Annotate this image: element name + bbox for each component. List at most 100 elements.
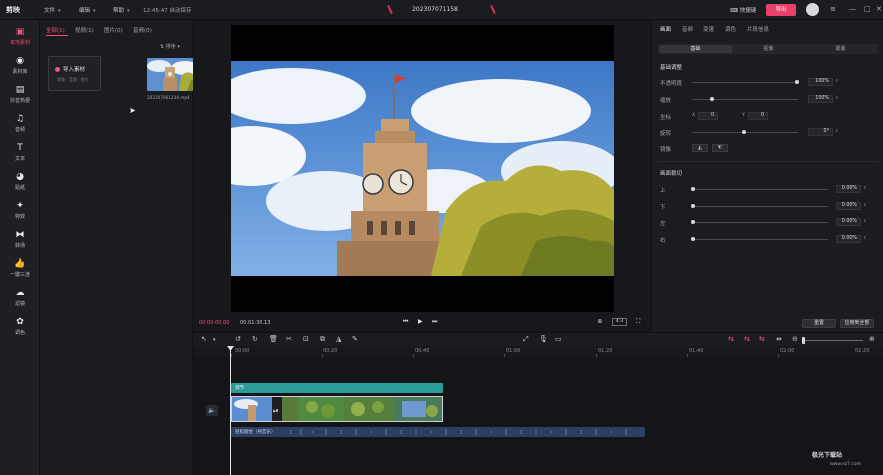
maximize-icon[interactable]: □ [864,5,871,13]
avatar[interactable] [806,3,819,16]
tab-image[interactable]: 图片(0) [104,26,123,34]
crop-left-slider[interactable] [692,222,828,223]
undo-icon[interactable]: ↺ [235,335,241,343]
opacity-slider[interactable] [692,82,798,83]
fullscreen-icon[interactable]: ⛶ [636,318,640,326]
crop-top-value[interactable]: 0.00% [836,185,861,193]
redo-icon[interactable]: ↻ [252,335,258,343]
mirror-horizontal-button[interactable]: ◭ [692,144,708,152]
rotation-spinner-icon[interactable]: ⇕ [835,128,838,133]
auto-detect-icon[interactable]: ⤢ [523,335,529,344]
crop-left-spinner-icon[interactable]: ⇕ [863,218,866,223]
menu-icon[interactable]: ≡ [830,5,836,13]
nav-triple[interactable]: 👍 一键三连 [0,255,40,284]
scale-slider[interactable] [692,99,798,100]
scale-value[interactable]: 100% [808,95,833,103]
aspect-ratio-button[interactable]: 4:3 [612,318,627,326]
tab-color-adjust[interactable]: 调色 [725,25,736,33]
nav-effect[interactable]: ✦ 特效 [0,197,40,226]
pen-icon[interactable]: ✎ [352,335,358,343]
crop-left-slider-knob[interactable] [691,220,695,224]
playhead[interactable] [230,346,231,475]
skip-back-icon[interactable]: ⏮ [403,318,408,326]
speaker-icon[interactable]: 🔈 [206,405,218,416]
record-icon[interactable]: ▭ [555,335,562,343]
import-media-card[interactable]: 导入素材 视频 · 音频 · 图片 [48,56,101,91]
zoom-in-icon[interactable]: ⊕ [869,335,875,343]
close-icon[interactable]: ✕ [876,5,882,13]
nav-audio[interactable]: ♫ 音频 [0,110,40,139]
rotation-slider-knob[interactable] [742,130,746,134]
rotation-value[interactable]: 0° [808,128,833,136]
subtab-basic[interactable]: 基础 [659,45,732,53]
nav-text[interactable]: T 文本 [0,139,40,168]
crop-bottom-value[interactable]: 0.00% [836,202,861,210]
sort-button[interactable]: ⇅ 排序 ▾ [160,43,180,50]
crop-right-value[interactable]: 0.00% [836,235,861,243]
crop-bottom-spinner-icon[interactable]: ⇕ [863,202,866,207]
tab-speed[interactable]: 变速 [703,25,714,33]
crop-top-slider-knob[interactable] [691,187,695,191]
split-icon[interactable]: ✂ [286,335,292,343]
scale-spinner-icon[interactable]: ⇕ [835,95,838,100]
freeze-icon[interactable]: ⊡ [303,335,309,343]
tab-clip-info[interactable]: 片段信息 [747,25,769,33]
crop-right-spinner-icon[interactable]: ⇕ [863,235,866,240]
time-ruler[interactable]: 00:00 00:20 00:40 01:00 01:20 01:40 02:0… [193,346,883,357]
link-track-icon[interactable]: ⇆ [744,335,750,343]
nav-sticker[interactable]: ◕ 贴纸 [0,168,40,197]
export-button[interactable]: 导出 [766,4,796,16]
position-y-field[interactable]: 0 [748,112,768,120]
play-icon[interactable]: ▶ [418,318,423,325]
adjustment-clip[interactable]: 调节 [231,383,443,393]
crop-top-slider[interactable] [692,189,828,190]
crop-clip-icon[interactable]: ⧉ [320,335,325,344]
skip-forward-icon[interactable]: ⏭ [432,318,437,326]
preview-canvas[interactable] [231,25,614,312]
crop-bottom-slider-knob[interactable] [691,204,695,208]
tab-audio[interactable]: 音频(0) [133,26,152,34]
zoom-slider-knob[interactable] [802,337,805,344]
video-clip[interactable]: ⏯ [231,396,443,422]
snap-icon[interactable]: ⇆ [759,335,765,343]
opacity-value[interactable]: 100% [808,78,833,86]
nav-local-media[interactable]: ▣ 本地素材 [0,23,40,52]
mirror-clip-icon[interactable]: ◮ [336,335,341,343]
zoom-slider[interactable] [803,340,863,341]
subtab-mask[interactable]: 蒙版 [804,45,877,53]
nav-library[interactable]: ◉ 素材库 [0,52,40,81]
zoom-out-icon[interactable]: ⊖ [792,335,798,343]
nav-transition[interactable]: ⧓ 转场 [0,226,40,255]
menu-edit[interactable]: 编辑 ▾ [79,6,96,14]
reset-button[interactable]: 重置 [802,319,836,328]
scale-slider-knob[interactable] [710,97,714,101]
opacity-slider-knob[interactable] [795,80,799,84]
tab-picture[interactable]: 画面 [660,25,671,33]
chevron-down-icon[interactable]: ▾ [213,337,216,343]
link-main-icon[interactable]: ⇆ [728,335,734,343]
shortcut-button[interactable]: ⌨ 快捷键 [730,6,756,14]
menu-file[interactable]: 文件 ▾ [44,6,61,14]
tab-audio-props[interactable]: 音频 [682,25,693,33]
subtab-keying[interactable]: 抠像 [732,45,805,53]
voice-icon[interactable]: 🎙 [539,335,548,343]
crop-left-value[interactable]: 0.00% [836,218,861,226]
minimize-icon[interactable]: — [849,5,856,13]
tab-all[interactable]: 全部(1) [46,26,65,34]
crop-right-slider[interactable] [692,239,828,240]
audio-clip[interactable]: 轻松愉悦（纯音乐） [231,427,645,437]
crop-bottom-slider[interactable] [692,206,828,207]
pointer-icon[interactable]: ↖ [201,335,207,343]
nav-filter[interactable]: ☁ 滤镜 [0,284,40,313]
crop-right-slider-knob[interactable] [691,237,695,241]
apply-all-button[interactable]: 应用到全部 [840,319,874,328]
crop-icon[interactable]: ⧈ [598,318,602,326]
menu-help[interactable]: 帮助 ▾ [113,6,130,14]
preview-axis-icon[interactable]: ⇹ [776,335,782,343]
mirror-vertical-button[interactable]: ⧨ [712,144,728,152]
crop-top-spinner-icon[interactable]: ⇕ [863,185,866,190]
delete-icon[interactable]: 🗑 [269,335,278,343]
opacity-spinner-icon[interactable]: ⇕ [835,78,838,83]
nav-color[interactable]: ✿ 调色 [0,313,40,342]
position-x-field[interactable]: 0 [698,112,718,120]
